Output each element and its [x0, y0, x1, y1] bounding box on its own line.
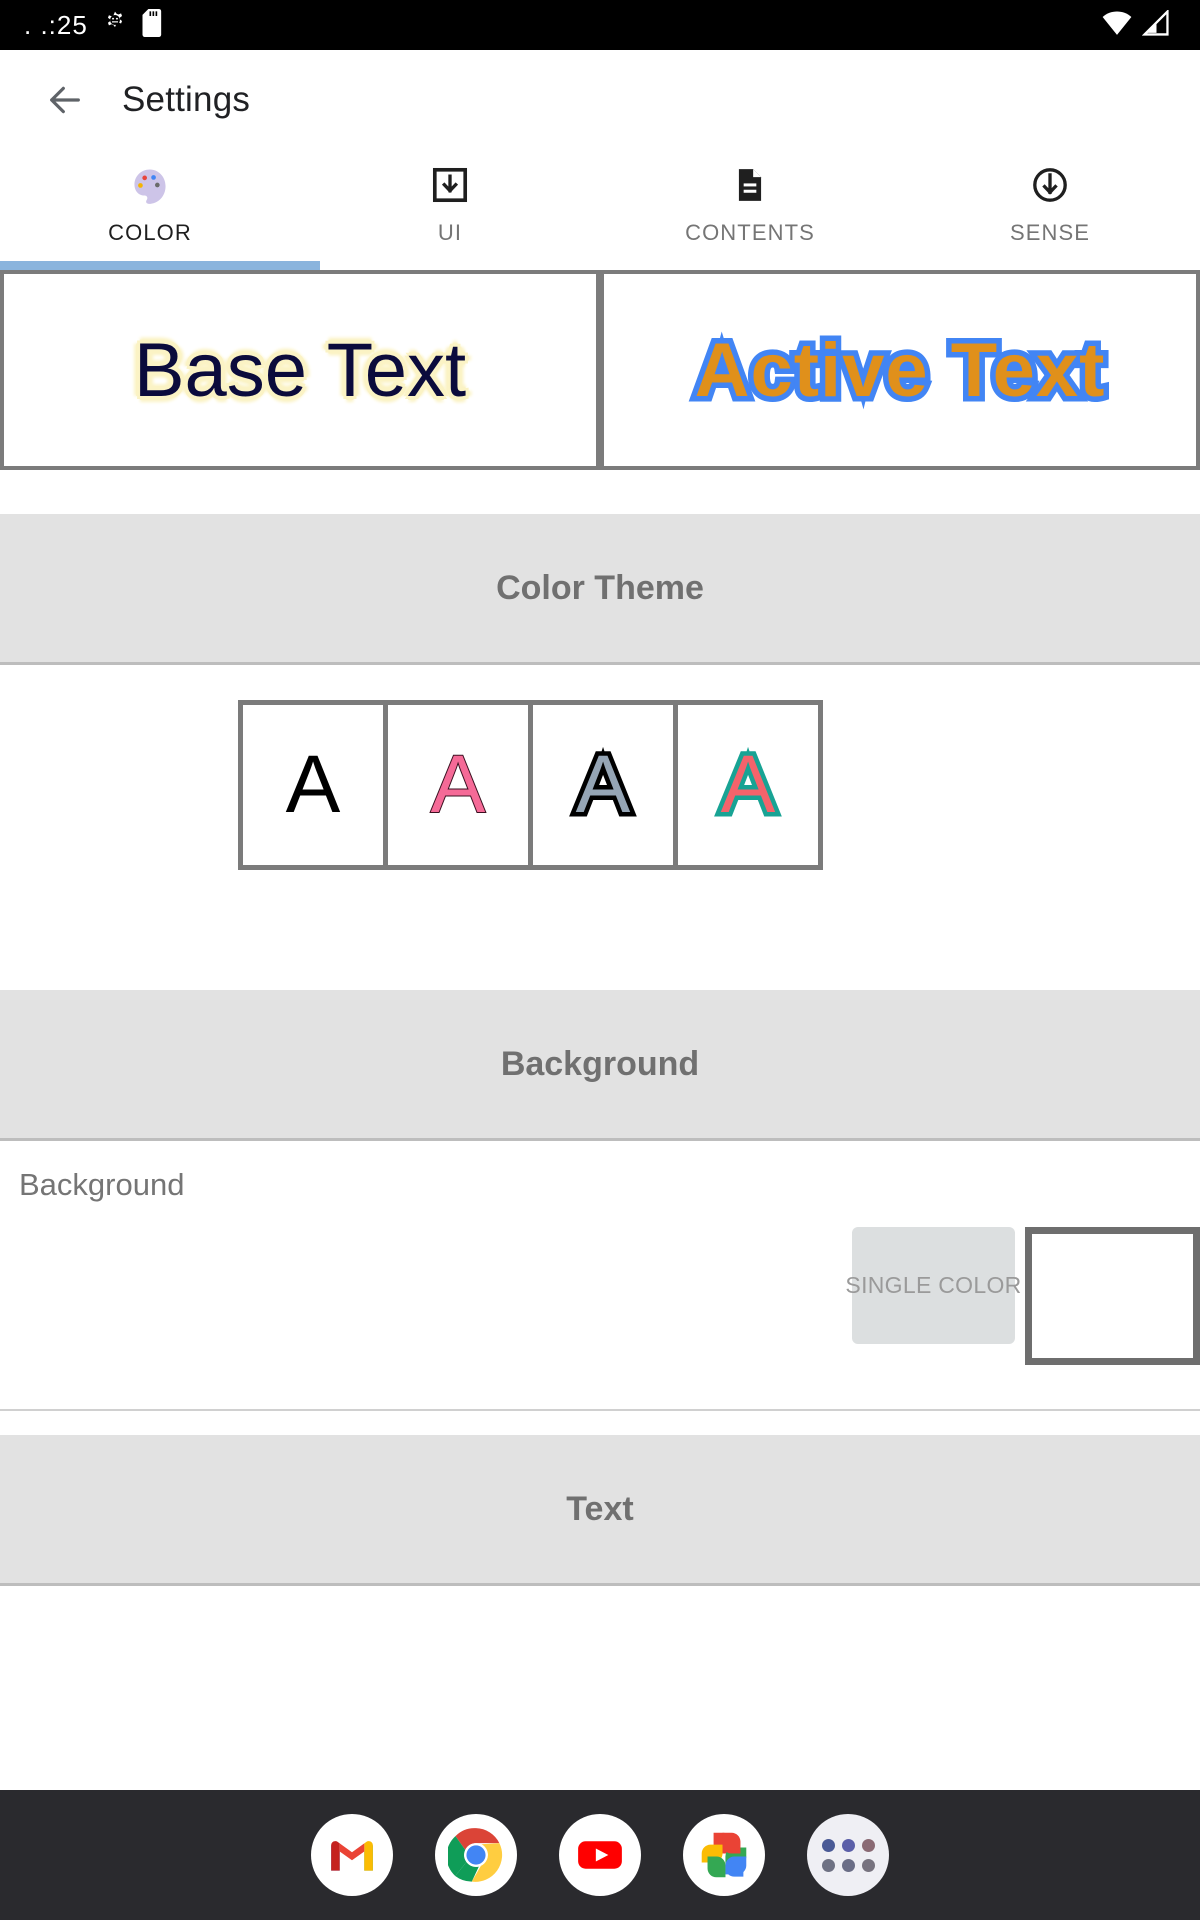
theme-swatch-strip: A A A A: [238, 700, 823, 870]
wifi-icon: [1102, 10, 1132, 41]
divider: [0, 1583, 1200, 1586]
theme-swatch-salmon-teal[interactable]: A: [678, 705, 818, 865]
youtube-icon[interactable]: [559, 1814, 641, 1896]
theme-glyph: A: [285, 739, 341, 830]
palette-icon: [130, 162, 170, 208]
status-bar-right: [1102, 8, 1182, 41]
bottom-dock: [0, 1790, 1200, 1920]
section-header-color-theme: Color Theme: [0, 514, 1200, 662]
theme-glyph: A: [430, 739, 487, 830]
spacer-after-themes: [0, 905, 1200, 990]
active-text-preview[interactable]: Active Text: [604, 274, 1196, 466]
app-bar: Settings: [0, 50, 1200, 150]
google-photos-icon[interactable]: [683, 1814, 765, 1896]
theme-swatch-gray[interactable]: A: [533, 705, 673, 865]
android-gear-icon: [102, 10, 128, 41]
download-box-icon: [431, 162, 469, 208]
background-row-label: Background: [19, 1167, 185, 1202]
tab-label: CONTENTS: [685, 220, 815, 245]
gmail-icon[interactable]: [311, 1814, 393, 1896]
document-icon: [731, 162, 769, 208]
tab-label: UI: [437, 220, 463, 245]
spacer-after-preview: [0, 470, 1200, 514]
theme-swatch-black[interactable]: A: [243, 705, 383, 865]
text-preview-row: Base Text Active Text: [0, 270, 1200, 470]
app-drawer-icon[interactable]: [807, 1814, 889, 1896]
page-title: Settings: [122, 80, 251, 119]
cellular-signal-icon: [1141, 8, 1170, 41]
spacer-after-background: [0, 1411, 1200, 1435]
tab-bar: COLOR UI CONTENTS SENSE: [0, 150, 1200, 270]
chrome-icon[interactable]: [435, 1814, 517, 1896]
tab-color[interactable]: COLOR: [0, 150, 300, 270]
active-text-sample: Active Text: [689, 322, 1110, 418]
tab-sense[interactable]: SENSE: [900, 150, 1200, 270]
theme-swatch-pink[interactable]: A: [388, 705, 528, 865]
base-text-preview[interactable]: Base Text: [4, 274, 596, 466]
status-bar-left: . .:25: [24, 8, 164, 42]
section-header-text: Text: [0, 1435, 1200, 1583]
tab-label: COLOR: [108, 220, 192, 245]
base-text-sample: Base Text: [133, 327, 467, 413]
tab-ui[interactable]: UI: [300, 150, 600, 270]
sd-card-icon: [142, 8, 164, 42]
back-arrow-icon: [50, 86, 80, 114]
theme-glyph: A: [571, 739, 635, 830]
section-title: Background: [500, 1044, 700, 1083]
status-clock: . .:25: [24, 9, 88, 40]
section-header-background: Background: [0, 990, 1200, 1138]
back-button[interactable]: [42, 77, 88, 123]
background-setting-row: Background SINGLE COLOR: [0, 1141, 1200, 1409]
color-theme-swatch-row: A A A A: [0, 665, 1200, 905]
single-color-button-label: SINGLE COLOR: [845, 1272, 1022, 1298]
theme-glyph: A: [716, 739, 780, 830]
tab-contents[interactable]: CONTENTS: [600, 150, 900, 270]
status-bar: . .:25: [0, 0, 1200, 50]
circle-down-arrow-icon: [1031, 162, 1069, 208]
drawer-dots: [821, 1838, 875, 1872]
tab-active-indicator: [0, 261, 320, 270]
section-title: Color Theme: [496, 568, 704, 607]
background-controls: SINGLE COLOR: [845, 1227, 1200, 1365]
single-color-button[interactable]: SINGLE COLOR: [845, 1227, 1021, 1344]
background-color-swatch[interactable]: [1025, 1227, 1200, 1365]
tab-label: SENSE: [1009, 220, 1091, 245]
section-title: Text: [566, 1489, 634, 1528]
